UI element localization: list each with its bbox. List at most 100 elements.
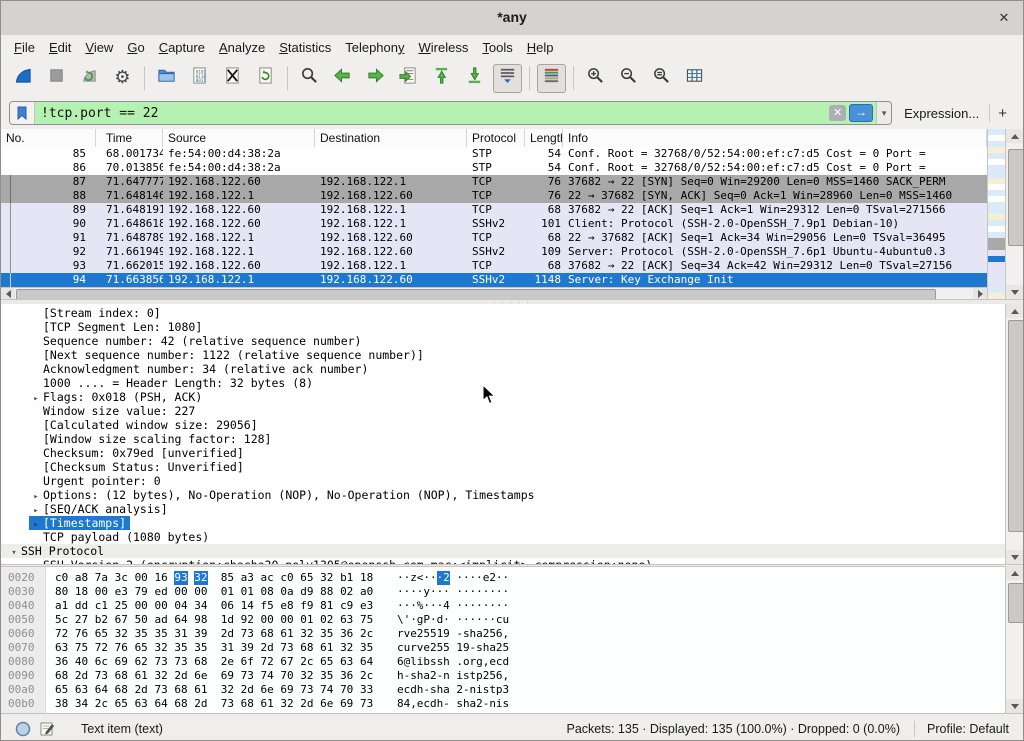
packet-row-86[interactable]: 8670.013850163fe:54:00:d4:38:2aSTP54Conf… bbox=[1, 161, 987, 175]
expression-button[interactable]: Expression... bbox=[904, 106, 979, 121]
scroll-down-icon[interactable] bbox=[1006, 550, 1024, 564]
menu-go[interactable]: Go bbox=[120, 37, 151, 58]
menu-view[interactable]: View bbox=[78, 37, 120, 58]
filter-history-dropdown-icon[interactable]: ▾ bbox=[876, 102, 891, 124]
go-first-button[interactable] bbox=[427, 64, 456, 93]
packet-row-92[interactable]: 9271.661949820192.168.122.1192.168.122.6… bbox=[1, 245, 987, 259]
detail-line[interactable]: Sequence number: 42 (relative sequence n… bbox=[1, 334, 1024, 348]
capture-comment-button[interactable] bbox=[39, 721, 55, 737]
menu-telephony[interactable]: Telephony bbox=[338, 37, 411, 58]
hex-row[interactable]: 0030801800e379ed00000101080ad98802a0····… bbox=[1, 585, 1024, 599]
colorize-button[interactable] bbox=[537, 64, 566, 93]
save-file-button[interactable]: 010101100011 bbox=[185, 64, 214, 93]
detail-line[interactable]: [Checksum Status: Unverified] bbox=[1, 460, 1024, 474]
expert-info-button[interactable] bbox=[15, 721, 31, 737]
stop-capture-button[interactable] bbox=[42, 64, 71, 93]
detail-line[interactable]: ▸Flags: 0x018 (PSH, ACK) bbox=[1, 390, 1024, 404]
scrollbar-thumb[interactable] bbox=[1008, 583, 1024, 623]
detail-line[interactable]: [Window size scaling factor: 128] bbox=[1, 432, 1024, 446]
hex-row[interactable]: 0020c0a87a3c0016933285a3acc06532b118··z<… bbox=[1, 571, 1024, 585]
detail-line[interactable]: [Calculated window size: 29056] bbox=[1, 418, 1024, 432]
detail-line[interactable]: Checksum: 0x79ed [unverified] bbox=[1, 446, 1024, 460]
detail-line[interactable]: Urgent pointer: 0 bbox=[1, 474, 1024, 488]
detail-line[interactable]: 1000 .... = Header Length: 32 bytes (8) bbox=[1, 376, 1024, 390]
menu-tools[interactable]: Tools bbox=[475, 37, 519, 58]
details-vertical-scrollbar[interactable] bbox=[1005, 304, 1024, 564]
detail-line[interactable]: Acknowledgment number: 34 (relative ack … bbox=[1, 362, 1024, 376]
column-header-protocol[interactable]: Protocol bbox=[467, 129, 525, 147]
go-back-button[interactable] bbox=[328, 64, 357, 93]
packet-list-minimap[interactable] bbox=[987, 129, 1006, 299]
close-file-button[interactable] bbox=[218, 64, 247, 93]
scroll-down-icon[interactable] bbox=[1006, 699, 1024, 713]
bytes-vertical-scrollbar[interactable] bbox=[1005, 566, 1024, 713]
close-window-icon[interactable]: ✕ bbox=[995, 9, 1013, 27]
find-packet-button[interactable] bbox=[295, 64, 324, 93]
capture-options-button[interactable]: ⚙ bbox=[108, 64, 137, 93]
resize-columns-button[interactable] bbox=[680, 64, 709, 93]
detail-line[interactable]: [Stream index: 0] bbox=[1, 306, 1024, 320]
scroll-up-icon[interactable] bbox=[1006, 129, 1024, 143]
packet-row-85[interactable]: 8568.001734936fe:54:00:d4:38:2aSTP54Conf… bbox=[1, 147, 987, 161]
scroll-left-icon[interactable] bbox=[1, 288, 15, 299]
display-filter-input[interactable]: !tcp.port == 22 bbox=[35, 106, 829, 121]
packet-row-87[interactable]: 8771.647777234192.168.122.60192.168.122.… bbox=[1, 175, 987, 189]
packet-list-vertical-scrollbar[interactable] bbox=[1005, 129, 1024, 299]
hex-row[interactable]: 00b038342c656364682d736861322d6e697384,e… bbox=[1, 697, 1024, 711]
apply-filter-icon[interactable]: → bbox=[849, 104, 873, 122]
menu-statistics[interactable]: Statistics bbox=[272, 37, 338, 58]
clear-filter-icon[interactable]: ✕ bbox=[829, 105, 846, 121]
restart-capture-button[interactable] bbox=[75, 64, 104, 93]
scroll-right-icon[interactable] bbox=[973, 288, 987, 299]
detail-line[interactable]: ▸[SEQ/ACK analysis] bbox=[1, 502, 1024, 516]
hex-row[interactable]: 00505c27b26750ad64981d92000001026375\'·g… bbox=[1, 613, 1024, 627]
column-header-length[interactable]: Length bbox=[525, 129, 563, 147]
reload-file-button[interactable] bbox=[251, 64, 280, 93]
column-header-info[interactable]: Info bbox=[563, 129, 987, 147]
packet-row-88[interactable]: 8871.648146932192.168.122.1192.168.122.6… bbox=[1, 189, 987, 203]
zoom-original-button[interactable] bbox=[647, 64, 676, 93]
profile-status[interactable]: Profile: Default bbox=[927, 722, 1009, 736]
hex-row[interactable]: 0070637572766532353531392d7368613235curv… bbox=[1, 641, 1024, 655]
packet-row-89[interactable]: 8971.648191037192.168.122.60192.168.122.… bbox=[1, 203, 987, 217]
menu-edit[interactable]: Edit bbox=[42, 37, 78, 58]
scroll-up-icon[interactable] bbox=[1006, 304, 1024, 318]
menu-file[interactable]: File bbox=[7, 37, 42, 58]
hex-row[interactable]: 00a0656364682d736861322d6e6973747033ecdh… bbox=[1, 683, 1024, 697]
scrollbar-thumb[interactable] bbox=[1008, 320, 1024, 532]
detail-line[interactable]: Window size value: 227 bbox=[1, 404, 1024, 418]
filter-bookmark-button[interactable] bbox=[10, 102, 35, 124]
scrollbar-thumb[interactable] bbox=[1008, 149, 1024, 246]
detail-line[interactable]: [TCP Segment Len: 1080] bbox=[1, 320, 1024, 334]
packet-row-90[interactable]: 9071.648618924192.168.122.60192.168.122.… bbox=[1, 217, 987, 231]
hex-row[interactable]: 0090682d736861322d6e697374703235362ch-sh… bbox=[1, 669, 1024, 683]
column-header-destination[interactable]: Destination bbox=[315, 129, 467, 147]
go-last-button[interactable] bbox=[460, 64, 489, 93]
detail-line[interactable]: ▾SSH Protocol bbox=[1, 544, 1024, 558]
menu-help[interactable]: Help bbox=[520, 37, 561, 58]
display-filter-field[interactable]: !tcp.port == 22 ✕ → ▾ bbox=[9, 101, 892, 125]
go-to-packet-button[interactable] bbox=[394, 64, 423, 93]
go-forward-button[interactable] bbox=[361, 64, 390, 93]
open-file-button[interactable] bbox=[152, 64, 181, 93]
scroll-up-icon[interactable] bbox=[1006, 566, 1024, 580]
packet-row-94[interactable]: 9471.663856741192.168.122.1192.168.122.6… bbox=[1, 273, 987, 287]
zoom-out-button[interactable] bbox=[614, 64, 643, 93]
start-capture-button[interactable] bbox=[9, 64, 38, 93]
packet-row-93[interactable]: 9371.662015274192.168.122.60192.168.122.… bbox=[1, 259, 987, 273]
hex-row[interactable]: 008036406c69627373682e6f72672c6563646@li… bbox=[1, 655, 1024, 669]
menu-wireless[interactable]: Wireless bbox=[412, 37, 476, 58]
hex-row[interactable]: 006072766532353531392d7368613235362crve2… bbox=[1, 627, 1024, 641]
column-header-time[interactable]: Time bbox=[96, 129, 163, 147]
column-header-source[interactable]: Source bbox=[163, 129, 315, 147]
zoom-in-button[interactable] bbox=[581, 64, 610, 93]
column-header-no[interactable]: No. bbox=[1, 129, 96, 147]
auto-scroll-button[interactable] bbox=[493, 64, 522, 93]
packet-row-91[interactable]: 9171.648789678192.168.122.1192.168.122.6… bbox=[1, 231, 987, 245]
detail-line[interactable]: TCP payload (1080 bytes) bbox=[1, 530, 1024, 544]
hex-row[interactable]: 0040a1ddc125000004340614f5e8f981c9e3···%… bbox=[1, 599, 1024, 613]
add-filter-button[interactable]: + bbox=[998, 105, 1007, 122]
scroll-down-icon[interactable] bbox=[1006, 285, 1024, 299]
detail-line[interactable]: ▸[Timestamps] bbox=[1, 516, 1024, 530]
menu-capture[interactable]: Capture bbox=[152, 37, 212, 58]
